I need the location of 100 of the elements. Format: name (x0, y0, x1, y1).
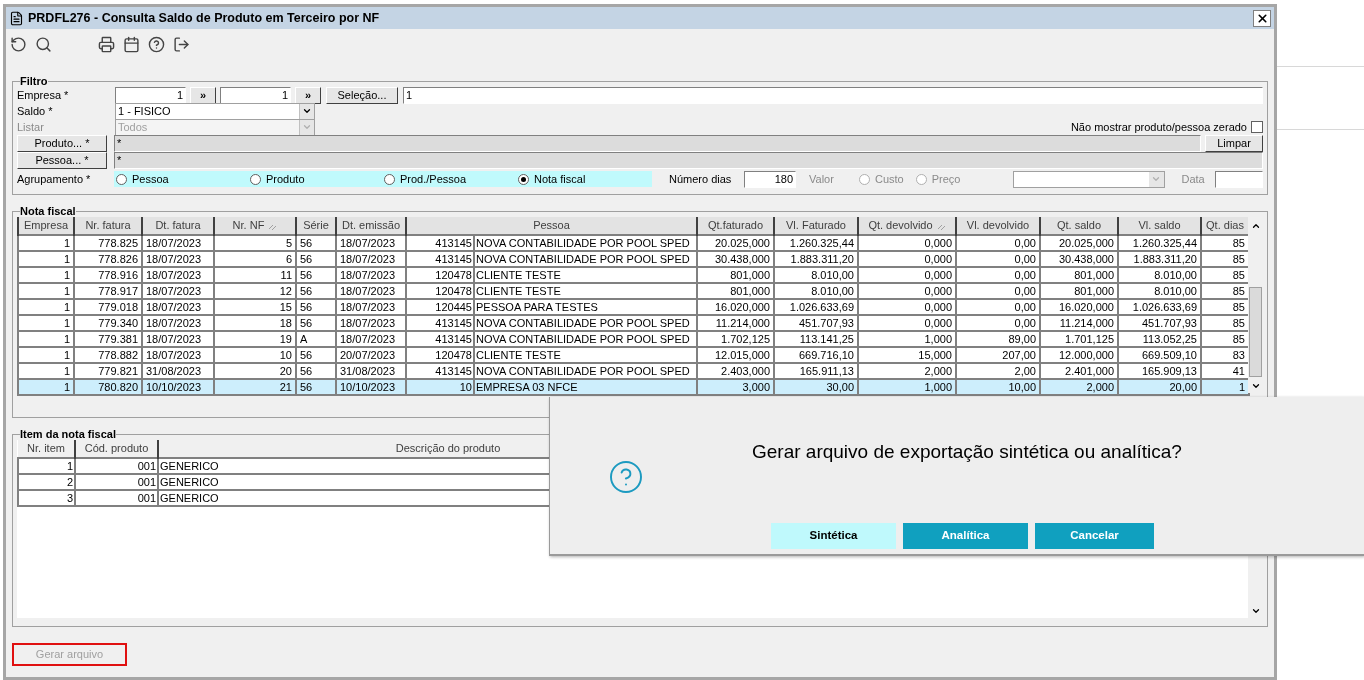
table-cell: 56 (296, 282, 336, 299)
column-header[interactable]: Nr. NF (214, 217, 296, 235)
table-cell: 89,00 (956, 330, 1040, 347)
table-cell: 18/07/2023 (336, 250, 406, 267)
dialog-button[interactable]: Sintética (771, 523, 896, 549)
checkbox[interactable] (1251, 121, 1263, 133)
table-cell: 18/07/2023 (336, 298, 406, 315)
selection-field[interactable]: 1 (403, 86, 1263, 104)
data-field[interactable] (1214, 170, 1263, 188)
table-cell: 2,00 (956, 362, 1040, 379)
table-cell: 8.010,00 (1118, 266, 1201, 283)
table-cell: 2 (18, 473, 75, 490)
empresa-to-field[interactable]: 1 (220, 86, 291, 104)
numero-dias-field[interactable]: 180 (744, 170, 796, 188)
column-header[interactable]: Pessoa (406, 217, 697, 235)
radio-label: Nota fiscal (534, 171, 586, 187)
column-header[interactable]: Cód. produto (75, 440, 158, 458)
table-cell: 56 (296, 362, 336, 379)
field-label: Listar (17, 119, 45, 135)
selection-button[interactable]: Seleção... (326, 86, 398, 104)
table-cell: 10/10/2023 (336, 378, 406, 395)
radio-label: Preço (931, 171, 961, 187)
column-header[interactable]: Empresa (18, 217, 74, 235)
radio-label: Pessoa (132, 171, 169, 187)
table-cell: 120478 (407, 347, 475, 362)
produto-field[interactable]: * (114, 135, 1201, 152)
column-header[interactable]: Qt. saldo (1040, 217, 1118, 235)
table-cell: 165.909,13 (1118, 362, 1201, 379)
radio-button[interactable] (384, 173, 395, 185)
dropdown-field[interactable] (1012, 170, 1165, 188)
radio-button[interactable] (250, 173, 261, 185)
search-icon[interactable] (35, 35, 52, 53)
close-icon (1255, 11, 1269, 25)
table-cell: 0,000 (858, 298, 956, 315)
table-cell: 18/07/2023 (142, 266, 214, 283)
radio-button[interactable] (116, 173, 127, 185)
column-header[interactable]: Qt. devolvido (858, 217, 956, 235)
column-header[interactable]: Vl. saldo (1118, 217, 1201, 235)
table-cell: 56 (296, 346, 336, 363)
column-header[interactable]: Vl. devolvido (956, 217, 1040, 235)
empresa-from-field[interactable]: 1 (115, 86, 186, 104)
column-header[interactable]: Dt. emissão (336, 217, 406, 235)
column-header[interactable]: Vl. Faturado (774, 217, 858, 235)
checkbox-label: Não mostrar produto/pessoa zerado (1070, 119, 1247, 135)
scroll-up-icon[interactable] (1250, 221, 1261, 231)
table-cell: 120445 (407, 299, 475, 314)
calendar-icon[interactable] (123, 35, 140, 53)
table-cell: 1 (18, 234, 74, 251)
range-button[interactable]: » (190, 86, 216, 104)
exit-icon[interactable] (173, 35, 190, 53)
column-header[interactable]: Nr. fatura (74, 217, 142, 235)
table-cell: 11.214,000 (1040, 314, 1118, 331)
produto-button[interactable]: Produto... * (17, 135, 107, 152)
column-header[interactable]: Série (296, 217, 336, 235)
table-cell-text: NOVA CONTABILIDADE POR POOL SPED (475, 315, 691, 330)
table-cell: 18/07/2023 (336, 282, 406, 299)
table-cell-text: PESSOA PARA TESTES (475, 299, 599, 314)
range-button[interactable]: » (295, 86, 321, 104)
table-cell: 780.820 (74, 378, 142, 395)
scroll-down-icon[interactable] (1250, 606, 1261, 616)
table-cell: 18 (214, 314, 296, 331)
pessoa-field[interactable]: * (114, 152, 1263, 169)
table-cell: 56 (296, 298, 336, 315)
field-label: Saldo * (17, 103, 54, 119)
column-header[interactable]: Dt. fatura (142, 217, 214, 235)
column-header[interactable]: Qt. dias (1201, 217, 1249, 235)
window-title: PRDFL276 - Consulta Saldo de Produto em Terceiro por NF (28, 9, 381, 27)
table-cell: 19 (214, 330, 296, 347)
table-cell: 1 (18, 346, 74, 363)
table-cell: 56 (296, 234, 336, 251)
table-cell: 18/07/2023 (336, 266, 406, 283)
table-cell: 779.018 (74, 298, 142, 315)
radio-button[interactable] (518, 173, 529, 185)
radio-label: Prod./Pessoa (400, 171, 467, 187)
table-cell: 1 (18, 250, 74, 267)
refresh-icon[interactable] (10, 35, 27, 53)
table-cell: 0,000 (858, 266, 956, 283)
table-cell: 413145 (407, 331, 475, 346)
table-cell: 413145 (407, 315, 475, 330)
table-cell: 56 (296, 314, 336, 331)
scrollbar[interactable] (1248, 217, 1263, 393)
table-cell: 18/07/2023 (142, 282, 214, 299)
help-icon[interactable] (148, 35, 165, 53)
table-cell: 11.214,000 (697, 314, 774, 331)
group-title: Filtro (20, 75, 48, 87)
table-cell: 413145 (407, 235, 475, 250)
clear-button[interactable]: Limpar (1205, 135, 1263, 152)
column-header[interactable]: Nr. item (18, 440, 75, 458)
scroll-down-icon[interactable] (1250, 381, 1261, 391)
close-button[interactable] (1253, 9, 1271, 27)
column-header[interactable]: Qt.faturado (697, 217, 774, 235)
table-cell-text: EMPRESA 03 NFCE (475, 379, 579, 394)
table-cell: 31/08/2023 (336, 362, 406, 379)
table-row[interactable]: 1 778.825 18/07/2023 5 56 18/07/2023 413145 NOVA CONTABILIDADE POR POOL SPED 20.025,000 1.260.325,44 0,000 0,00 20.025,000 1.260.325,44 85 (18, 234, 1249, 251)
group-title: Item da nota fiscal (20, 428, 116, 440)
pessoa-button[interactable]: Pessoa... * (17, 152, 107, 169)
table-cell: 0,000 (858, 314, 956, 331)
table-cell: 413145 (407, 363, 475, 378)
printer-icon[interactable] (98, 35, 115, 53)
table-cell: 0,000 (858, 250, 956, 267)
